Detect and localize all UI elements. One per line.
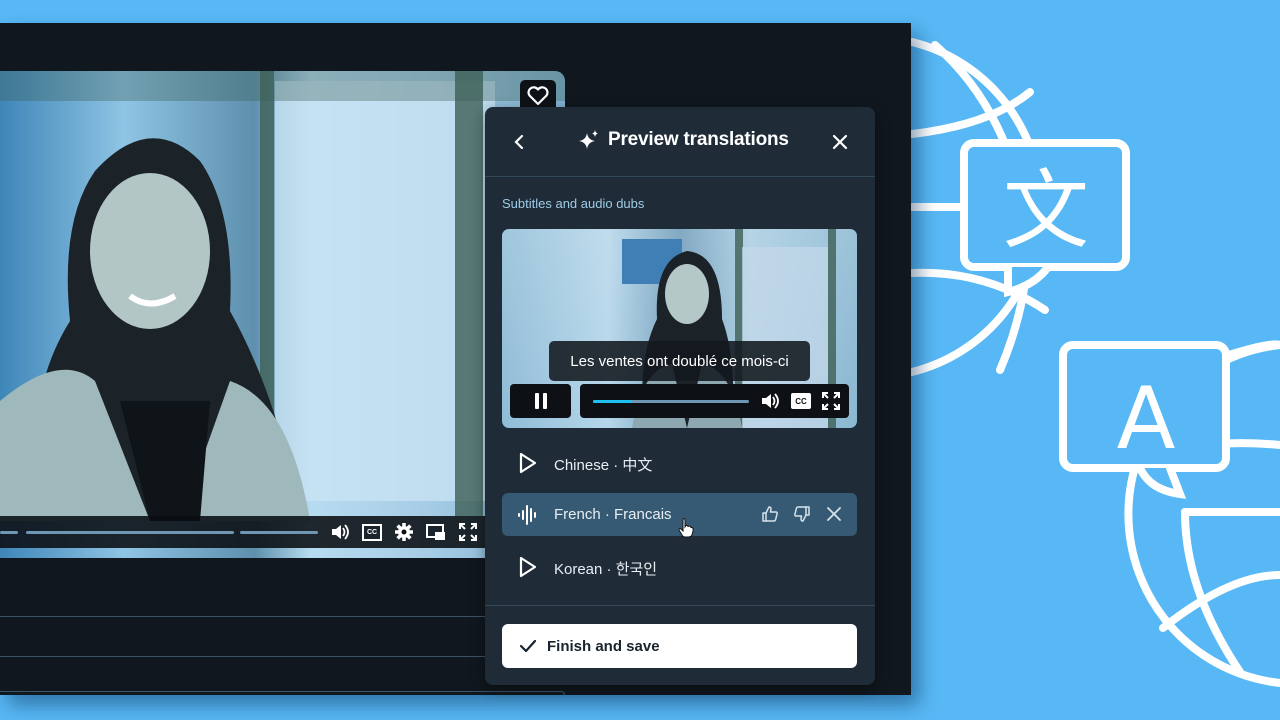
- preview-controls: CC: [580, 384, 849, 418]
- latin-glyph: A: [1117, 369, 1176, 469]
- chinese-glyph: 文: [1003, 161, 1089, 261]
- volume-icon[interactable]: [760, 391, 780, 411]
- thumbs-up-button[interactable]: [761, 504, 779, 524]
- timeline-track[interactable]: [0, 691, 565, 695]
- language-label: French · Francais: [554, 506, 672, 523]
- language-label: Chinese · 中文: [554, 457, 653, 474]
- picture-in-picture-icon[interactable]: [426, 522, 446, 542]
- timeline-segment[interactable]: [26, 531, 234, 534]
- timeline-track[interactable]: [0, 616, 485, 617]
- fullscreen-icon[interactable]: [821, 391, 841, 411]
- check-icon: [519, 639, 537, 653]
- timeline-segment[interactable]: [240, 531, 318, 534]
- fullscreen-icon[interactable]: [458, 522, 478, 542]
- closed-captions-icon[interactable]: CC: [362, 522, 382, 542]
- closed-captions-icon[interactable]: CC: [791, 393, 811, 409]
- pause-icon: [534, 393, 547, 409]
- background-frame: [0, 71, 565, 101]
- hand-cursor-icon: [678, 518, 694, 538]
- thumbs-down-button[interactable]: [793, 504, 811, 524]
- panel-header: Preview translations: [485, 107, 875, 177]
- main-player-controls: CC: [0, 516, 565, 548]
- thumbs-down-icon: [794, 506, 810, 522]
- thumbs-up-icon: [762, 506, 778, 522]
- background-frame: [455, 71, 483, 516]
- section-label: Subtitles and audio dubs: [502, 196, 645, 211]
- chevron-left-icon: [514, 134, 524, 150]
- play-icon[interactable]: [516, 555, 540, 579]
- divider: [485, 605, 875, 606]
- progress-fill: [593, 400, 632, 403]
- progress-bar[interactable]: [593, 400, 749, 403]
- language-item-chinese[interactable]: Chinese · 中文: [502, 441, 857, 484]
- subtitle-caption: Les ventes ont doublé ce mois-ci: [549, 341, 810, 381]
- play-icon[interactable]: [516, 451, 540, 475]
- finish-and-save-label: Finish and save: [547, 638, 660, 655]
- main-video-player[interactable]: CC: [0, 71, 565, 558]
- language-label: Korean · 한국인: [554, 561, 658, 578]
- language-item-korean[interactable]: Korean · 한국인: [502, 545, 857, 588]
- heart-icon: [527, 86, 549, 106]
- panel-title: Preview translations: [608, 129, 789, 150]
- close-button[interactable]: [829, 131, 851, 153]
- settings-gear-icon[interactable]: [394, 522, 414, 542]
- timeline-track[interactable]: [0, 656, 485, 657]
- finish-and-save-button[interactable]: Finish and save: [502, 624, 857, 668]
- pause-button[interactable]: [510, 384, 571, 418]
- remove-icon: [827, 507, 841, 521]
- translation-preview-player[interactable]: Les ventes ont doublé ce mois-ci CC: [502, 229, 857, 428]
- preview-translations-panel: Preview translations Subtitles and audio…: [485, 107, 875, 685]
- speaker-figure: [0, 138, 310, 521]
- remove-language-button[interactable]: [825, 504, 843, 524]
- language-item-french[interactable]: French · Francais: [502, 493, 857, 538]
- close-icon: [832, 134, 848, 150]
- sparkle-icon: [579, 130, 598, 149]
- back-button[interactable]: [509, 131, 529, 153]
- volume-icon[interactable]: [330, 522, 350, 542]
- language-list: Chinese · 中文 French · Francais Korean · …: [502, 441, 857, 597]
- timeline-segment[interactable]: [0, 531, 18, 534]
- audio-waveform-icon: [516, 503, 540, 527]
